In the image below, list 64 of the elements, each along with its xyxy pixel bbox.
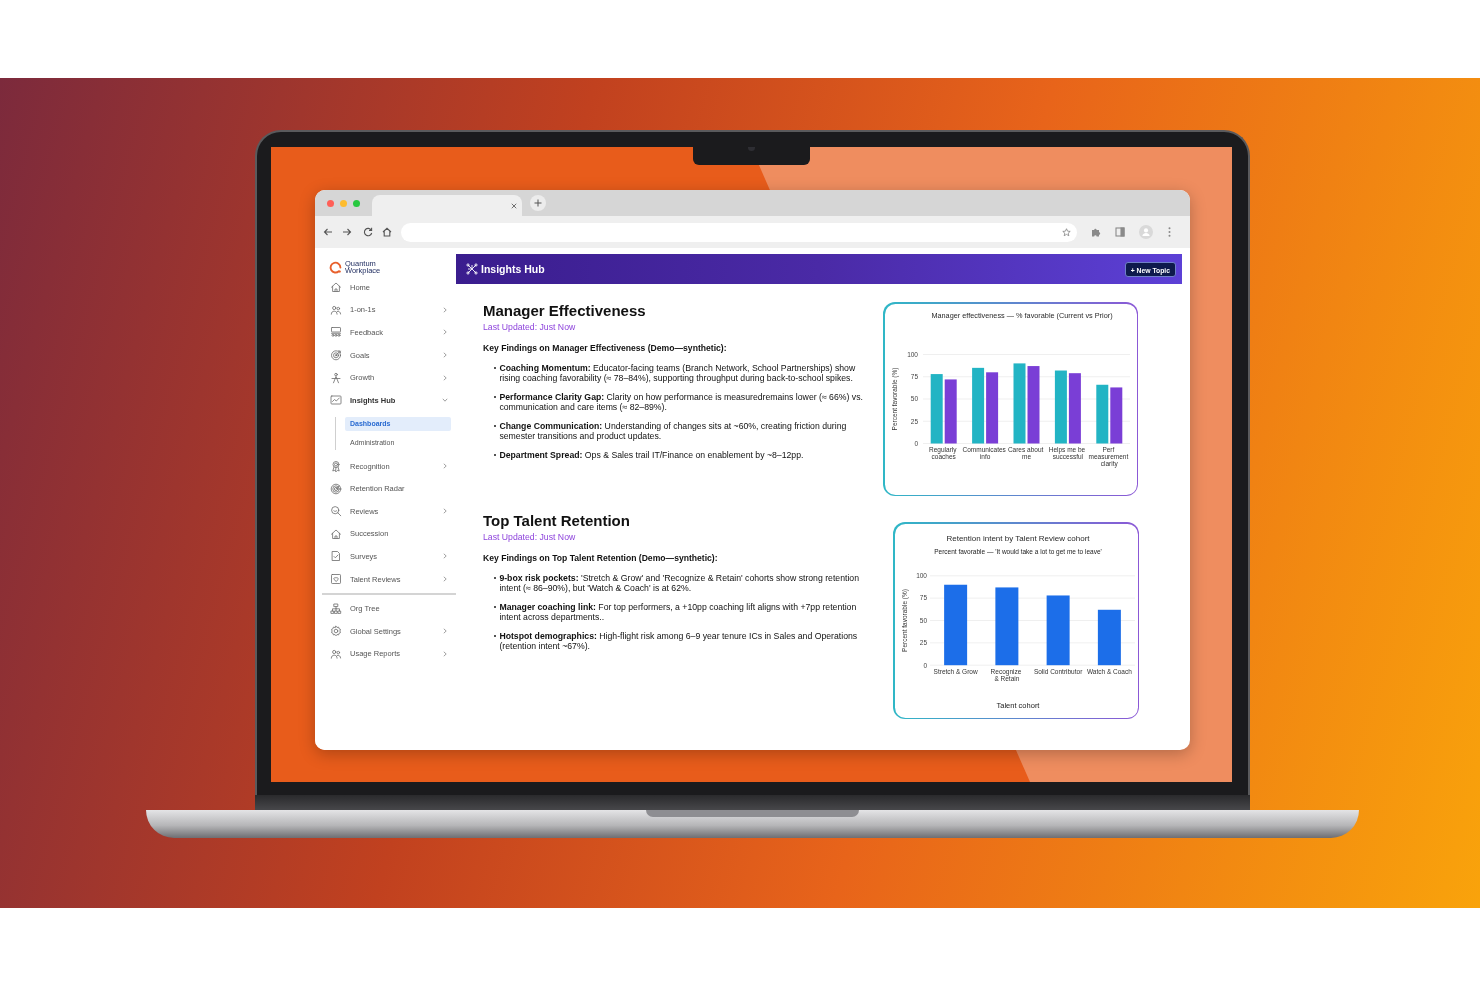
line-chart-icon [330, 394, 342, 407]
chart-title: Retention intent by Talent Review cohort [946, 533, 1089, 542]
finding-text: Coaching Momentum: Educator-facing teams (Branch Network, School Partnerships) show rising coaching favorability (≈ 78–84%), supporting throughput during back-to-school spikes. [499, 363, 857, 383]
finding-text: Manager coaching link: For top performers, a +10pp coaching lift aligns with +7pp retention intent across departments.. [499, 602, 858, 622]
reload-icon[interactable] [363, 227, 373, 237]
chevron-right-icon [442, 650, 448, 657]
section-title: Manager Effectiveness [483, 302, 647, 320]
kebab-menu-icon[interactable] [1168, 227, 1171, 237]
page-title: Insights Hub [481, 263, 545, 275]
close-window-icon[interactable] [327, 199, 334, 207]
home-icon [330, 281, 342, 294]
last-updated-text: Last Updated: Just Now [483, 532, 577, 542]
chevron-right-icon [442, 628, 448, 635]
panel-icon [330, 326, 342, 339]
star-icon[interactable] [1062, 227, 1071, 237]
chevron-right-icon [442, 306, 448, 313]
target-icon [330, 349, 342, 362]
chevron-right-icon [442, 374, 448, 381]
chevron-right-icon [442, 463, 448, 470]
side-panel-icon[interactable] [1115, 227, 1125, 237]
zoom-window-icon[interactable] [353, 199, 360, 207]
bar [1097, 609, 1121, 665]
bar [1068, 372, 1081, 443]
finding-text: 9-box risk pockets: 'Stretch & Grow' and 'Recognize & Retain' cohorts show strong retention intent (≈ 86–90%), but 'Watch & Coach' is at 62%. [499, 573, 860, 593]
medal-icon [330, 460, 342, 473]
finding-text: Hotspot demographics: High-flight risk among 6–9 year tenure ICs in Sales and Operations (retention intent ~67%). [499, 631, 859, 651]
network-icon [466, 263, 478, 275]
section-title: Top Talent Retention [483, 512, 631, 530]
back-icon[interactable] [323, 227, 333, 237]
chevron-right-icon [442, 553, 448, 560]
bar [1095, 384, 1108, 443]
chevron-down-icon [442, 397, 448, 404]
plus-icon [534, 199, 542, 207]
finding-text: Department Spread: Ops & Sales trail IT/Finance on enablement by ~8–12pp. [499, 450, 805, 460]
people-icon [330, 303, 342, 316]
finding-text: Performance Clarity Gap: Clarity on how performance is measuredremains lower (≈ 66%) vs. communication and care items (≈ 82–89%). [499, 392, 864, 412]
magnifier-icon [330, 505, 342, 518]
new-tab-button[interactable] [530, 195, 546, 211]
forward-icon[interactable] [342, 227, 352, 237]
home-icon [330, 527, 342, 540]
person-icon [330, 371, 342, 384]
radar-icon [330, 482, 342, 495]
ring-logo-icon [329, 260, 342, 274]
hierarchy-icon [330, 602, 342, 615]
finding-text: Change Communication: Understanding of changes sits at ~60%, creating friction during semester transitions and product updates. [499, 421, 848, 441]
bar [944, 378, 957, 443]
home-icon[interactable] [382, 227, 392, 237]
document-icon [330, 550, 342, 563]
bar [985, 371, 998, 443]
heart-frame-icon [330, 573, 342, 585]
gear-icon [330, 625, 342, 638]
puzzle-icon[interactable] [1091, 227, 1101, 237]
findings-heading: Key Findings on Top Talent Retention (Demo—synthetic): [483, 553, 719, 563]
bar [930, 373, 943, 443]
chevron-right-icon [442, 576, 448, 582]
close-icon[interactable] [511, 202, 517, 209]
people-icon [330, 647, 342, 660]
chevron-right-icon [442, 329, 448, 336]
findings-heading: Key Findings on Manager Effectiveness (Demo—synthetic): [483, 343, 728, 353]
chevron-right-icon [442, 352, 448, 359]
bar [1046, 594, 1070, 665]
bar [1109, 386, 1122, 443]
chevron-right-icon [442, 508, 448, 515]
last-updated-text: Last Updated: Just Now [483, 322, 577, 332]
